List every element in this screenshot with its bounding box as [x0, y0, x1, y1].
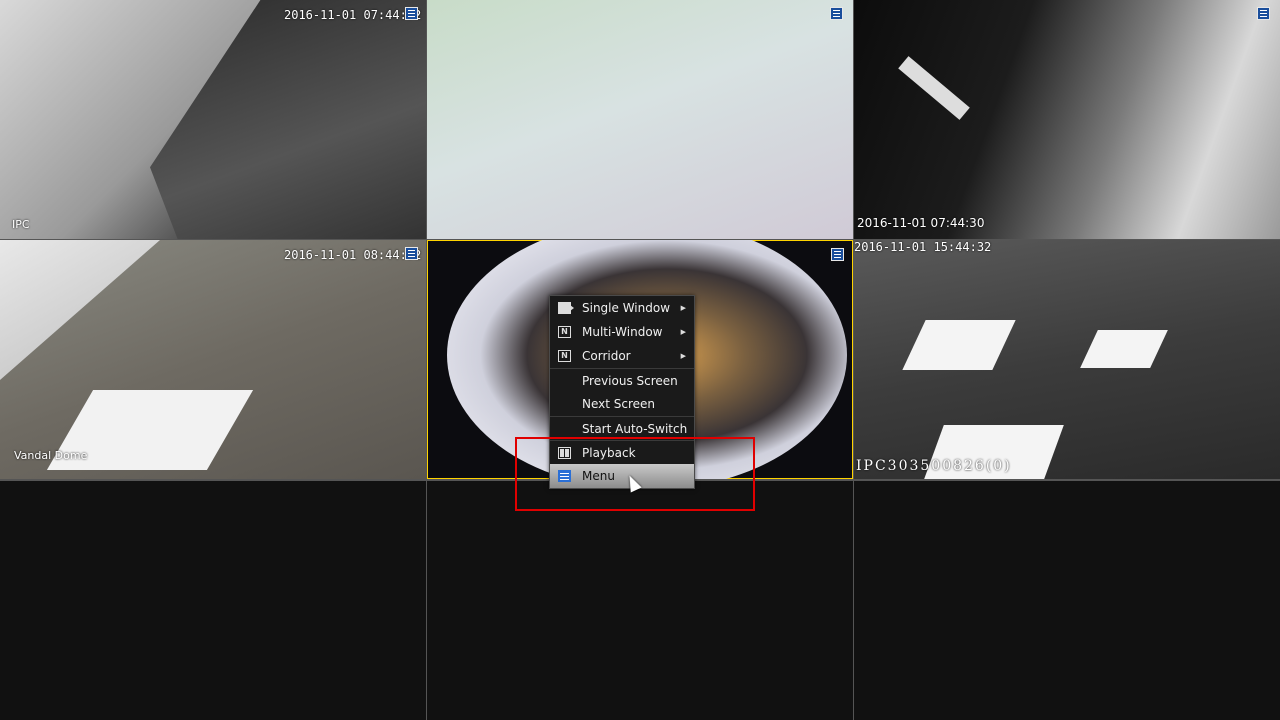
camera-label: IPC303500826(0) [856, 458, 1012, 474]
camera-cell-2[interactable] [427, 0, 853, 239]
menu-item-previous-screen[interactable]: Previous Screen [550, 368, 694, 392]
recording-icon [830, 7, 843, 20]
submenu-arrow-icon: ▶ [680, 328, 686, 336]
camera-cell-7[interactable] [0, 481, 426, 720]
menu-item-label: Previous Screen [582, 374, 678, 388]
menu-item-corridor[interactable]: N Corridor ▶ [550, 344, 694, 368]
camera-cell-3[interactable]: 2016-11-01 07:44:30 [854, 0, 1280, 239]
menu-item-single-window[interactable]: Single Window ▶ [550, 296, 694, 320]
camera-cell-4[interactable]: 2016-11-01 08:44:32 Vandal Dome [0, 240, 426, 479]
camera-cell-8[interactable] [427, 481, 853, 720]
camera-cell-1[interactable]: 2016-11-01 07:44:32 AM IPC [0, 0, 426, 239]
menu-item-label: Multi-Window [582, 325, 663, 339]
corridor-icon: N [558, 350, 571, 362]
menu-item-label: Corridor [582, 349, 631, 363]
camera-cell-9[interactable] [854, 481, 1280, 720]
menu-item-multi-window[interactable]: N Multi-Window ▶ [550, 320, 694, 344]
camera-feed-image [0, 240, 160, 380]
camera-label: IPC [12, 218, 30, 231]
recording-icon [1257, 7, 1270, 20]
recording-icon [405, 247, 418, 260]
menu-item-label: Next Screen [582, 397, 656, 411]
menu-item-next-screen[interactable]: Next Screen [550, 392, 694, 416]
submenu-arrow-icon: ▶ [680, 352, 686, 360]
camera-timestamp: 2016-11-01 07:44:30 [857, 216, 985, 230]
ceiling-light [1080, 330, 1168, 368]
multi-window-icon: N [558, 326, 571, 338]
single-window-icon [558, 302, 574, 314]
camera-timestamp: 2016-11-01 15:44:32 [854, 240, 992, 254]
camera-cell-6[interactable]: 2016-11-01 15:44:32 IPC303500826(0) [854, 240, 1280, 479]
camera-timestamp: 2016-11-01 08:44:32 [284, 248, 422, 262]
ceiling-light [902, 320, 1016, 370]
menu-item-label: Single Window [582, 301, 671, 315]
camera-feed-image [898, 56, 970, 120]
camera-feed-image [150, 0, 426, 239]
recording-icon [405, 7, 418, 20]
recording-icon [831, 248, 844, 261]
camera-label: Vandal Dome [14, 449, 88, 462]
submenu-arrow-icon: ▶ [680, 304, 686, 312]
menu-item-label: Start Auto-Switch [582, 422, 688, 436]
